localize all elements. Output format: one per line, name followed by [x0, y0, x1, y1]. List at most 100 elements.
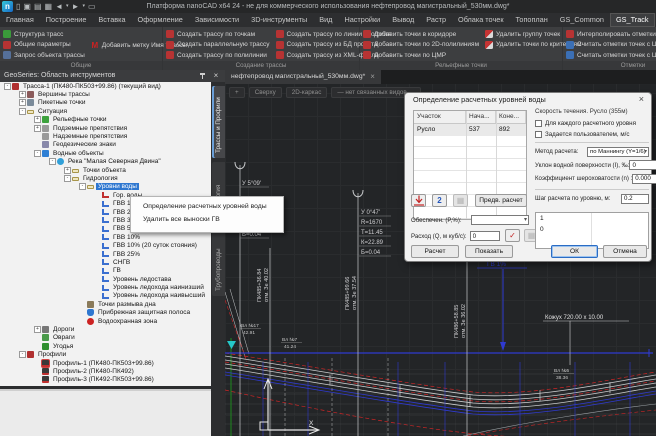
tree-node[interactable]: +Точки объекта [0, 166, 211, 174]
tree-node[interactable]: +Подземные препятствия [0, 124, 211, 132]
tree-node[interactable]: -Гидрология [0, 174, 211, 182]
tree-node[interactable]: -Профили [0, 351, 211, 359]
ribbon-tab-облака-точек[interactable]: Облака точек [452, 13, 510, 27]
ribbon-button[interactable]: Запрос объекта трассы [0, 50, 88, 61]
water-level-tool-button[interactable] [411, 194, 426, 207]
roughness-input[interactable] [632, 174, 656, 184]
levels-list[interactable]: 10 [535, 212, 649, 249]
tree-node[interactable]: Точки размыва дна [0, 300, 211, 308]
ribbon-tab-построение[interactable]: Построение [40, 13, 93, 27]
ribbon-tab-gs-common[interactable]: GS_Common [554, 13, 610, 27]
ribbon-tab-зависимости[interactable]: Зависимости [189, 13, 245, 27]
prelim-calc-button[interactable]: Предв. расчет [475, 194, 527, 207]
pin-icon[interactable] [199, 72, 207, 80]
tree-node[interactable]: Профиль-2 (ПК480-ПК492) [0, 367, 211, 375]
ribbon-tab-вывод[interactable]: Вывод [386, 13, 420, 27]
tree-node[interactable]: Уровень ледостава [0, 275, 211, 283]
context-menu-item-1[interactable]: Определение расчетных уровней воды [131, 200, 283, 213]
ribbon-tab-топоплан[interactable]: Топоплан [510, 13, 554, 27]
tree-node[interactable]: +Дороги [0, 325, 211, 333]
tree-node[interactable]: +Пикетные точки [0, 99, 211, 107]
tree-expander[interactable]: - [19, 351, 26, 358]
ribbon-tab-растр[interactable]: Растр [420, 13, 452, 27]
tree-expander[interactable]: + [64, 167, 71, 174]
ribbon-button[interactable]: Структура трасс [0, 29, 88, 40]
per-level-checkbox-row[interactable]: Для каждого расчетного уровня [535, 120, 649, 127]
tree-expander[interactable]: + [34, 326, 41, 333]
tree-expander[interactable]: - [19, 108, 26, 115]
probability-select[interactable]: ▾ [471, 215, 529, 225]
tree-expander[interactable]: + [34, 125, 41, 132]
grid-tool-button[interactable]: ▦ [453, 194, 468, 207]
ribbon-button[interactable]: Считать отметки точек с ЦМР [563, 40, 656, 51]
per-level-checkbox[interactable] [535, 120, 542, 127]
ribbon-tab-вид[interactable]: Вид [313, 13, 338, 27]
tree-node[interactable]: ГВВ 25% [0, 250, 211, 258]
ribbon-tab-gs-track[interactable]: GS_Track [610, 13, 655, 27]
ribbon-tab-вставка[interactable]: Вставка [92, 13, 131, 27]
user-defined-checkbox[interactable] [535, 131, 542, 138]
tree-node[interactable]: СНГВ [0, 258, 211, 266]
tree-node[interactable]: -Уровни воды [0, 183, 211, 191]
tree-node[interactable]: Овраги [0, 334, 211, 342]
add-viewport-button[interactable]: + [229, 87, 245, 98]
document-tab-close-icon[interactable]: × [370, 70, 375, 84]
tree-node[interactable]: Водоохранная зона [0, 317, 211, 325]
ribbon-tab-главная[interactable]: Главная [0, 13, 40, 27]
tree-expander[interactable]: + [19, 91, 26, 98]
open-file-icon[interactable]: ▣ [23, 0, 31, 13]
print-icon[interactable]: ▭ [88, 0, 96, 13]
tree-node[interactable]: Уровень ледохода наивысший [0, 292, 211, 300]
view-direction-button[interactable]: Сверху [249, 87, 282, 98]
tree-expander[interactable]: - [64, 175, 71, 182]
tree-expander[interactable]: - [79, 183, 86, 190]
ribbon-button[interactable]: Считать отметки точек с ЦМР авто [563, 50, 656, 61]
ribbon-button[interactable]: Создать трассу по полилинии [163, 50, 273, 61]
tree-expander[interactable]: + [34, 116, 41, 123]
list-item[interactable]: 1 [536, 213, 648, 224]
tree-node[interactable]: -Водные объекты [0, 149, 211, 157]
tree-expander[interactable]: - [49, 158, 56, 165]
user-defined-checkbox-row[interactable]: Задается пользователем, м/с [535, 131, 649, 138]
undo-icon[interactable]: ◄ [55, 0, 63, 13]
tree-expander[interactable]: - [34, 150, 41, 157]
tree-node[interactable]: Надземные препятствия [0, 132, 211, 140]
undo-dropdown-icon[interactable]: ▾ [66, 0, 69, 13]
new-file-icon[interactable]: ▯ [16, 0, 20, 13]
step-input[interactable] [621, 194, 649, 204]
document-tab[interactable]: нефтепровод магистральный_530мм.dwg* × [225, 70, 381, 84]
tree-node[interactable]: -Река "Малая Северная Двина" [0, 158, 211, 166]
app-logo-icon[interactable]: n [2, 1, 13, 12]
method-select[interactable]: по Маннингу (Y=1/6)▾ [587, 147, 649, 157]
dialog-close-icon[interactable]: × [639, 94, 644, 104]
table-row[interactable]: Русло537892 [414, 124, 526, 136]
calc-button[interactable]: Расчет [411, 245, 459, 258]
tree-node[interactable]: Профиль-1 (ПК480-ПК503+99.86) [0, 359, 211, 367]
tree-node[interactable]: +Рельефные точки [0, 116, 211, 124]
tree-node[interactable]: Профиль-3 (ПК492-ПК503+99.86) [0, 376, 211, 384]
visual-style-button[interactable]: 2D-каркас [286, 87, 328, 98]
save-as-icon[interactable]: ▦ [45, 0, 53, 13]
ribbon-button[interactable]: Добавить точки по 2D-полилиниям [360, 40, 482, 51]
tree-node[interactable]: +Вершины трассы [0, 90, 211, 98]
flow-input[interactable] [470, 231, 500, 241]
cancel-button[interactable]: Отмена [603, 245, 647, 258]
ribbon-button[interactable]: Добавить точки в коридоре [360, 29, 482, 40]
tree-node[interactable]: ГВВ 10% [0, 233, 211, 241]
tree-node[interactable]: ГВ [0, 267, 211, 275]
tree-node[interactable]: Геодезические знаки [0, 141, 211, 149]
ribbon-button[interactable]: Интерполировать отметки точек [563, 29, 656, 40]
ribbon-button[interactable]: Общие параметры [0, 40, 88, 51]
ribbon-button[interactable]: Добавить точки по ЦМР [360, 50, 482, 61]
ribbon-button[interactable]: Создать трассу по точкам [163, 29, 273, 40]
tree-expander[interactable]: + [19, 99, 26, 106]
ribbon-tab-оформление[interactable]: Оформление [132, 13, 189, 27]
palette-close-icon[interactable]: × [212, 72, 220, 80]
redo-dropdown-icon[interactable]: ▾ [82, 0, 85, 13]
tree-node[interactable]: Угодья [0, 342, 211, 350]
ribbon-button[interactable]: Создать параллельную трассу [163, 40, 273, 51]
redo-icon[interactable]: ► [72, 0, 80, 13]
tree-node[interactable]: -Трасса-1 (ПК480-ПК503+99.86) (текущий в… [0, 82, 211, 90]
context-menu-item-2[interactable]: Удалить все выноски ГВ [131, 213, 283, 226]
second-level-tool-button[interactable]: 2 [432, 194, 447, 207]
